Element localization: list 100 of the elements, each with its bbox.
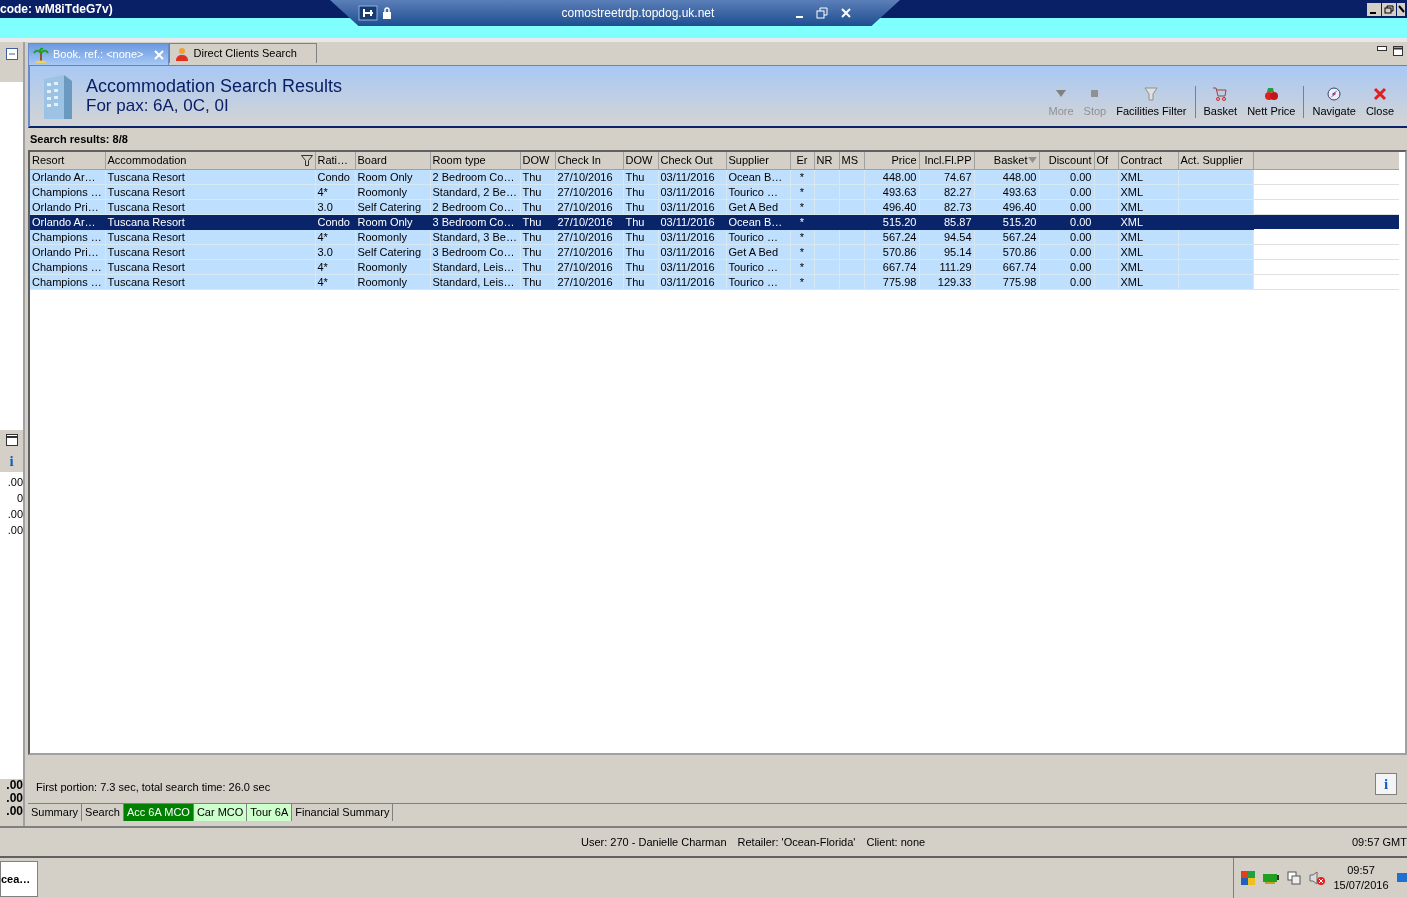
column-header[interactable]: DOW bbox=[623, 152, 658, 169]
panel-value: .00 bbox=[7, 523, 23, 538]
table-cell: Thu bbox=[522, 215, 542, 228]
clock-time: 09:57 bbox=[1347, 863, 1375, 878]
column-header[interactable]: DOW bbox=[520, 152, 555, 169]
column-header[interactable]: NR bbox=[814, 152, 839, 169]
bottom-tab[interactable]: Car MCO bbox=[193, 804, 248, 821]
network-icon[interactable] bbox=[1286, 870, 1302, 886]
table-cell: Thu bbox=[625, 230, 645, 243]
column-header[interactable]: Discount bbox=[1039, 152, 1094, 169]
table-cell: Champions … bbox=[32, 230, 102, 243]
column-header[interactable]: Check In bbox=[555, 152, 623, 169]
table-cell: 567.24 bbox=[1002, 230, 1037, 243]
table-cell: 27/10/2016 bbox=[557, 170, 613, 183]
column-header[interactable]: Contract bbox=[1118, 152, 1178, 169]
table-cell: 4* bbox=[317, 275, 328, 288]
table-cell: 111.29 bbox=[939, 260, 972, 273]
taskbar-app-button[interactable]: cea… bbox=[0, 861, 38, 897]
toolbar-button[interactable]: Close bbox=[1360, 86, 1399, 118]
close-icon[interactable] bbox=[840, 7, 852, 19]
toolbar-button[interactable]: Navigate bbox=[1303, 86, 1361, 118]
table-cell: 27/10/2016 bbox=[557, 230, 613, 243]
table-cell: 2 Bedroom Co… bbox=[432, 170, 515, 183]
column-header[interactable]: Check Out bbox=[658, 152, 726, 169]
restore-icon[interactable] bbox=[816, 7, 828, 19]
column-header[interactable]: MS bbox=[839, 152, 864, 169]
table-cell: * bbox=[799, 215, 805, 228]
bottom-tab[interactable]: Tour 6A bbox=[247, 804, 293, 821]
table-cell: * bbox=[799, 275, 805, 288]
table-cell: Tourico … bbox=[728, 185, 779, 198]
panel-value: .00 bbox=[7, 507, 23, 522]
antivirus-icon[interactable] bbox=[1240, 870, 1256, 886]
column-header[interactable]: Er bbox=[790, 152, 814, 169]
table-cell: 85.87 bbox=[943, 215, 972, 228]
table-cell: Standard, Leis… bbox=[432, 260, 515, 273]
network-card-icon[interactable] bbox=[1262, 871, 1280, 885]
table-cell: Condo bbox=[317, 170, 350, 183]
document-tab[interactable]: Direct Clients Search bbox=[168, 43, 317, 63]
search-timing: First portion: 7.3 sec, total search time: 26.0 sec bbox=[36, 779, 271, 795]
table-cell: Orlando Pri… bbox=[32, 200, 99, 213]
table-cell: 667.74 bbox=[882, 260, 917, 273]
person-icon bbox=[173, 45, 190, 62]
toolbar-button[interactable]: Nett Price bbox=[1242, 86, 1301, 118]
table-cell: XML bbox=[1120, 185, 1144, 198]
table-cell: Tourico … bbox=[728, 230, 779, 243]
muted-speaker-icon[interactable] bbox=[1308, 870, 1326, 886]
table-cell: 03/11/2016 bbox=[660, 215, 715, 228]
toolbar-button[interactable]: Facilities Filter bbox=[1111, 86, 1192, 118]
bottom-tab[interactable]: Search bbox=[82, 804, 124, 821]
table-cell: Champions … bbox=[32, 260, 102, 273]
column-header[interactable]: Supplier bbox=[726, 152, 790, 169]
table-cell: 03/11/2016 bbox=[660, 275, 715, 288]
filter-icon[interactable] bbox=[300, 154, 313, 166]
show-desktop-icon[interactable] bbox=[1396, 871, 1407, 885]
close-icon[interactable] bbox=[1397, 2, 1405, 16]
table-cell: Roomonly bbox=[357, 230, 408, 243]
column-header[interactable]: Rati… bbox=[315, 152, 355, 169]
minimize-icon[interactable] bbox=[1377, 46, 1387, 52]
info-button[interactable]: i bbox=[1375, 773, 1397, 795]
table-cell: 0.00 bbox=[1070, 170, 1092, 183]
table-cell: 95.14 bbox=[943, 245, 972, 258]
close-icon bbox=[1371, 86, 1388, 102]
maximize-icon[interactable] bbox=[1393, 46, 1403, 56]
column-header[interactable]: Of bbox=[1094, 152, 1118, 169]
table-cell: Self Catering bbox=[357, 200, 422, 213]
maximize-panel-icon[interactable] bbox=[5, 434, 18, 446]
column-header[interactable]: Room type bbox=[430, 152, 520, 169]
table-cell: Thu bbox=[522, 230, 542, 243]
bottom-tab[interactable]: Summary bbox=[28, 804, 83, 821]
table-cell: 2 Bedroom Co… bbox=[432, 200, 515, 213]
table-cell: 27/10/2016 bbox=[557, 245, 613, 258]
minimize-icon[interactable] bbox=[1367, 2, 1381, 16]
host-name: comostreetrdp.topdog.uk.net bbox=[560, 5, 715, 22]
cart-icon bbox=[1212, 86, 1229, 102]
table-cell: * bbox=[799, 185, 805, 198]
table-cell: Orlando Ar… bbox=[32, 170, 96, 183]
table-cell: 775.98 bbox=[1002, 275, 1037, 288]
table-cell: 570.86 bbox=[882, 245, 917, 258]
restore-icon[interactable] bbox=[1382, 2, 1396, 16]
pin-icon[interactable] bbox=[358, 5, 378, 21]
column-header[interactable]: Board bbox=[355, 152, 430, 169]
table-cell: 515.20 bbox=[882, 215, 917, 228]
table-cell: Thu bbox=[625, 185, 645, 198]
table-cell: 515.20 bbox=[1002, 215, 1037, 228]
column-header[interactable]: Resort bbox=[30, 152, 105, 169]
table-cell: 129.33 bbox=[937, 275, 972, 288]
bottom-tab[interactable]: Acc 6A MCO bbox=[123, 804, 194, 821]
table-cell: Tuscana Resort bbox=[107, 245, 185, 258]
toolbar-button[interactable]: Basket bbox=[1194, 86, 1243, 118]
column-header[interactable]: Act. Supplier bbox=[1178, 152, 1253, 169]
table-cell: 0.00 bbox=[1070, 230, 1092, 243]
table-cell: Tuscana Resort bbox=[107, 260, 185, 273]
table-cell: Thu bbox=[522, 200, 542, 213]
column-header[interactable]: Accommodation bbox=[105, 152, 315, 169]
panel-total: .00 bbox=[6, 805, 23, 818]
minimize-panel-icon[interactable] bbox=[5, 48, 18, 60]
table-cell: 27/10/2016 bbox=[557, 185, 613, 198]
column-header[interactable]: Basket bbox=[974, 152, 1039, 169]
column-header[interactable]: Price bbox=[864, 152, 919, 169]
column-header[interactable]: Incl.Fl.PP bbox=[919, 152, 974, 169]
